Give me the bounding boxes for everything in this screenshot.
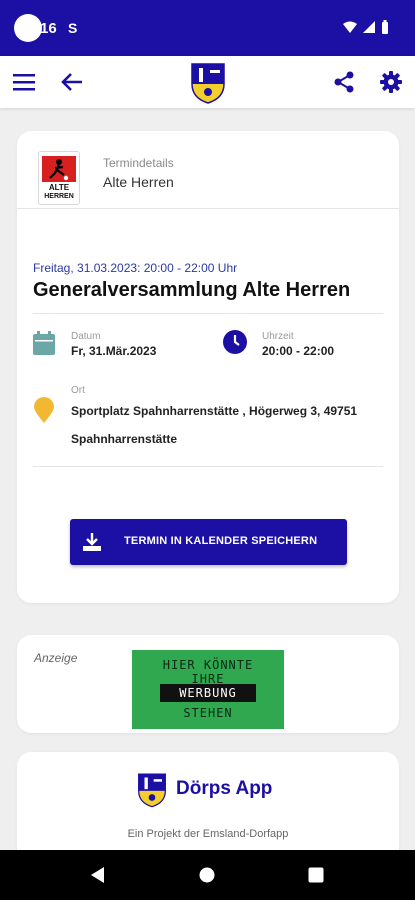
status-icons <box>343 20 389 34</box>
village-crest-logo <box>191 63 225 104</box>
event-card: ALTE HERREN Termindetails Alte Herren Fr… <box>17 131 399 603</box>
event-date-line: Freitag, 31.03.2023: 20:00 - 22:00 Uhr <box>33 261 238 275</box>
calendar-icon <box>33 331 55 355</box>
download-icon <box>83 533 101 551</box>
nav-back-icon[interactable] <box>90 867 106 883</box>
gear-icon <box>380 71 402 93</box>
ad-banner[interactable]: HIER KÖNNTE IHRE WERBUNG STEHEN <box>132 650 284 729</box>
share-icon <box>334 71 354 93</box>
dorps-app-logo <box>138 773 166 808</box>
date-value: Fr, 31.Mär.2023 <box>71 344 157 358</box>
ad-text-3: WERBUNG <box>160 684 256 702</box>
ad-card: Anzeige HIER KÖNNTE IHRE WERBUNG STEHEN <box>17 635 399 733</box>
app-bar <box>0 56 415 108</box>
place-divider <box>33 466 383 467</box>
football-player-icon <box>42 156 76 182</box>
clock-icon <box>223 330 247 354</box>
camera-cutout <box>14 14 42 42</box>
team-logo-text-1: ALTE <box>48 183 70 192</box>
header-divider <box>17 208 399 209</box>
save-to-calendar-label: TERMIN IN KALENDER SPEICHERN <box>124 535 318 547</box>
arrow-back-icon <box>61 73 82 91</box>
ad-text-1: HIER KÖNNTE <box>162 658 254 672</box>
status-time: 16 <box>40 20 57 37</box>
menu-button[interactable] <box>10 68 38 96</box>
ad-text-4: STEHEN <box>183 706 233 720</box>
time-label: Uhrzeit <box>262 331 294 342</box>
time-value: 20:00 - 22:00 <box>262 344 335 358</box>
app-info-card: Dörps App Ein Projekt der Emsland-Dorfap… <box>17 752 399 862</box>
team-logo: ALTE HERREN <box>38 151 80 205</box>
group-title: Alte Herren <box>103 174 174 190</box>
section-subtitle: Termindetails <box>103 156 174 170</box>
nav-recents-icon[interactable] <box>308 867 324 883</box>
location-pin-icon <box>34 397 54 423</box>
signal-icon <box>363 21 375 33</box>
app-subtitle: Ein Projekt der Emsland-Dorfapp <box>127 828 289 840</box>
status-bar: 16 S <box>0 0 415 56</box>
wifi-icon <box>343 21 357 33</box>
date-label: Datum <box>71 331 101 342</box>
event-title: Generalversammlung Alte Herren <box>33 279 351 301</box>
place-value: Sportplatz Spahnharrenstätte , Högerweg … <box>71 404 358 446</box>
settings-button[interactable] <box>377 68 405 96</box>
save-to-calendar-button[interactable]: TERMIN IN KALENDER SPEICHERN <box>70 519 347 565</box>
battery-icon <box>382 20 388 34</box>
app-name: Dörps App <box>176 778 273 799</box>
system-nav-bar <box>0 850 415 900</box>
status-notification-icon: S <box>68 20 78 36</box>
back-button[interactable] <box>58 68 86 96</box>
team-logo-text-2: HERREN <box>44 193 74 200</box>
ad-label: Anzeige <box>34 651 78 665</box>
nav-home-icon[interactable] <box>199 867 215 883</box>
menu-icon <box>13 74 35 91</box>
share-button[interactable] <box>330 68 358 96</box>
title-divider <box>33 313 383 314</box>
place-label: Ort <box>71 385 85 396</box>
